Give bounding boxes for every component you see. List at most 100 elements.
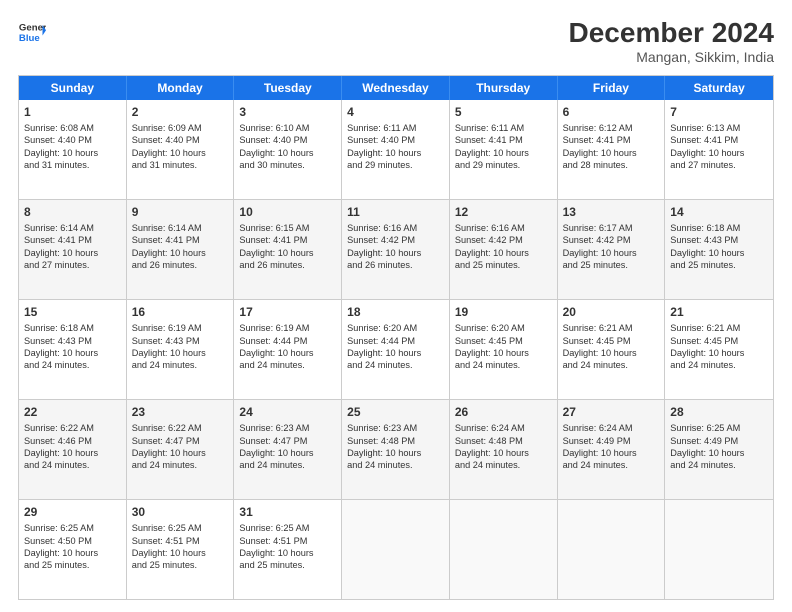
cell-line: Sunset: 4:48 PM <box>455 435 552 447</box>
cell-line: Sunrise: 6:13 AM <box>670 122 768 134</box>
cell-line: and 25 minutes. <box>239 559 336 571</box>
cell-line: and 24 minutes. <box>24 459 121 471</box>
cell-line: Daylight: 10 hours <box>347 147 444 159</box>
cell-line: Daylight: 10 hours <box>24 547 121 559</box>
day-number: 21 <box>670 304 768 320</box>
cell-line: Sunset: 4:40 PM <box>347 134 444 146</box>
day-number: 19 <box>455 304 552 320</box>
cell-line: Sunrise: 6:16 AM <box>455 222 552 234</box>
cell-line: and 24 minutes. <box>132 359 229 371</box>
cell-line: Sunset: 4:47 PM <box>132 435 229 447</box>
calendar-cell: 30Sunrise: 6:25 AMSunset: 4:51 PMDayligh… <box>127 500 235 599</box>
cell-line: Daylight: 10 hours <box>670 147 768 159</box>
cell-line: Sunrise: 6:21 AM <box>670 322 768 334</box>
day-number: 1 <box>24 104 121 120</box>
cell-line: Daylight: 10 hours <box>239 547 336 559</box>
logo-icon: General Blue <box>18 18 46 46</box>
cell-line: Daylight: 10 hours <box>239 247 336 259</box>
calendar-cell: 6Sunrise: 6:12 AMSunset: 4:41 PMDaylight… <box>558 100 666 199</box>
day-number: 22 <box>24 404 121 420</box>
cell-line: Sunrise: 6:19 AM <box>239 322 336 334</box>
cell-line: Sunrise: 6:14 AM <box>132 222 229 234</box>
day-number: 30 <box>132 504 229 520</box>
cell-line: Sunrise: 6:16 AM <box>347 222 444 234</box>
cell-line: Sunset: 4:43 PM <box>24 335 121 347</box>
cell-line: Daylight: 10 hours <box>239 147 336 159</box>
calendar-cell: 12Sunrise: 6:16 AMSunset: 4:42 PMDayligh… <box>450 200 558 299</box>
calendar-cell: 14Sunrise: 6:18 AMSunset: 4:43 PMDayligh… <box>665 200 773 299</box>
logo: General Blue <box>18 18 46 46</box>
cell-line: Daylight: 10 hours <box>455 347 552 359</box>
cell-line: and 26 minutes. <box>132 259 229 271</box>
cell-line: Sunset: 4:43 PM <box>132 335 229 347</box>
cell-line: Sunset: 4:44 PM <box>239 335 336 347</box>
cell-line: and 24 minutes. <box>455 459 552 471</box>
cell-line: Daylight: 10 hours <box>347 247 444 259</box>
weekday-header: Friday <box>558 76 666 100</box>
day-number: 23 <box>132 404 229 420</box>
cell-line: Sunset: 4:41 PM <box>563 134 660 146</box>
weekday-header: Wednesday <box>342 76 450 100</box>
calendar-cell: 19Sunrise: 6:20 AMSunset: 4:45 PMDayligh… <box>450 300 558 399</box>
cell-line: Sunrise: 6:21 AM <box>563 322 660 334</box>
day-number: 24 <box>239 404 336 420</box>
cell-line: Sunset: 4:51 PM <box>132 535 229 547</box>
cell-line: and 26 minutes. <box>347 259 444 271</box>
day-number: 5 <box>455 104 552 120</box>
cell-line: Daylight: 10 hours <box>24 447 121 459</box>
calendar-cell <box>558 500 666 599</box>
cell-line: and 30 minutes. <box>239 159 336 171</box>
calendar-cell <box>450 500 558 599</box>
day-number: 25 <box>347 404 444 420</box>
cell-line: Sunrise: 6:15 AM <box>239 222 336 234</box>
day-number: 9 <box>132 204 229 220</box>
calendar-cell: 1Sunrise: 6:08 AMSunset: 4:40 PMDaylight… <box>19 100 127 199</box>
calendar-cell: 17Sunrise: 6:19 AMSunset: 4:44 PMDayligh… <box>234 300 342 399</box>
cell-line: Daylight: 10 hours <box>347 447 444 459</box>
calendar-cell: 21Sunrise: 6:21 AMSunset: 4:45 PMDayligh… <box>665 300 773 399</box>
cell-line: Sunrise: 6:25 AM <box>239 522 336 534</box>
cell-line: Sunrise: 6:17 AM <box>563 222 660 234</box>
calendar-cell: 4Sunrise: 6:11 AMSunset: 4:40 PMDaylight… <box>342 100 450 199</box>
cell-line: Sunset: 4:45 PM <box>455 335 552 347</box>
cell-line: Sunset: 4:47 PM <box>239 435 336 447</box>
cell-line: Daylight: 10 hours <box>239 347 336 359</box>
calendar-cell: 9Sunrise: 6:14 AMSunset: 4:41 PMDaylight… <box>127 200 235 299</box>
cell-line: Sunset: 4:45 PM <box>563 335 660 347</box>
cell-line: and 24 minutes. <box>563 459 660 471</box>
cell-line: Sunrise: 6:24 AM <box>455 422 552 434</box>
cell-line: Sunset: 4:40 PM <box>239 134 336 146</box>
weekday-header: Sunday <box>19 76 127 100</box>
day-number: 31 <box>239 504 336 520</box>
day-number: 11 <box>347 204 444 220</box>
calendar-body: 1Sunrise: 6:08 AMSunset: 4:40 PMDaylight… <box>19 100 773 599</box>
cell-line: and 31 minutes. <box>24 159 121 171</box>
calendar-cell: 8Sunrise: 6:14 AMSunset: 4:41 PMDaylight… <box>19 200 127 299</box>
cell-line: Sunset: 4:48 PM <box>347 435 444 447</box>
cell-line: and 25 minutes. <box>670 259 768 271</box>
cell-line: Daylight: 10 hours <box>24 147 121 159</box>
cell-line: Sunrise: 6:25 AM <box>132 522 229 534</box>
cell-line: Daylight: 10 hours <box>24 247 121 259</box>
cell-line: Sunrise: 6:18 AM <box>24 322 121 334</box>
cell-line: Daylight: 10 hours <box>670 247 768 259</box>
calendar-cell: 5Sunrise: 6:11 AMSunset: 4:41 PMDaylight… <box>450 100 558 199</box>
cell-line: Daylight: 10 hours <box>455 447 552 459</box>
day-number: 26 <box>455 404 552 420</box>
cell-line: Sunset: 4:41 PM <box>239 234 336 246</box>
day-number: 10 <box>239 204 336 220</box>
weekday-header: Saturday <box>665 76 773 100</box>
calendar: SundayMondayTuesdayWednesdayThursdayFrid… <box>18 75 774 600</box>
cell-line: and 25 minutes. <box>563 259 660 271</box>
calendar-row: 29Sunrise: 6:25 AMSunset: 4:50 PMDayligh… <box>19 499 773 599</box>
day-number: 18 <box>347 304 444 320</box>
day-number: 16 <box>132 304 229 320</box>
cell-line: Sunset: 4:51 PM <box>239 535 336 547</box>
day-number: 8 <box>24 204 121 220</box>
calendar-cell: 15Sunrise: 6:18 AMSunset: 4:43 PMDayligh… <box>19 300 127 399</box>
calendar-row: 8Sunrise: 6:14 AMSunset: 4:41 PMDaylight… <box>19 199 773 299</box>
cell-line: Sunset: 4:43 PM <box>670 234 768 246</box>
cell-line: and 24 minutes. <box>24 359 121 371</box>
cell-line: Daylight: 10 hours <box>239 447 336 459</box>
cell-line: Sunset: 4:41 PM <box>24 234 121 246</box>
